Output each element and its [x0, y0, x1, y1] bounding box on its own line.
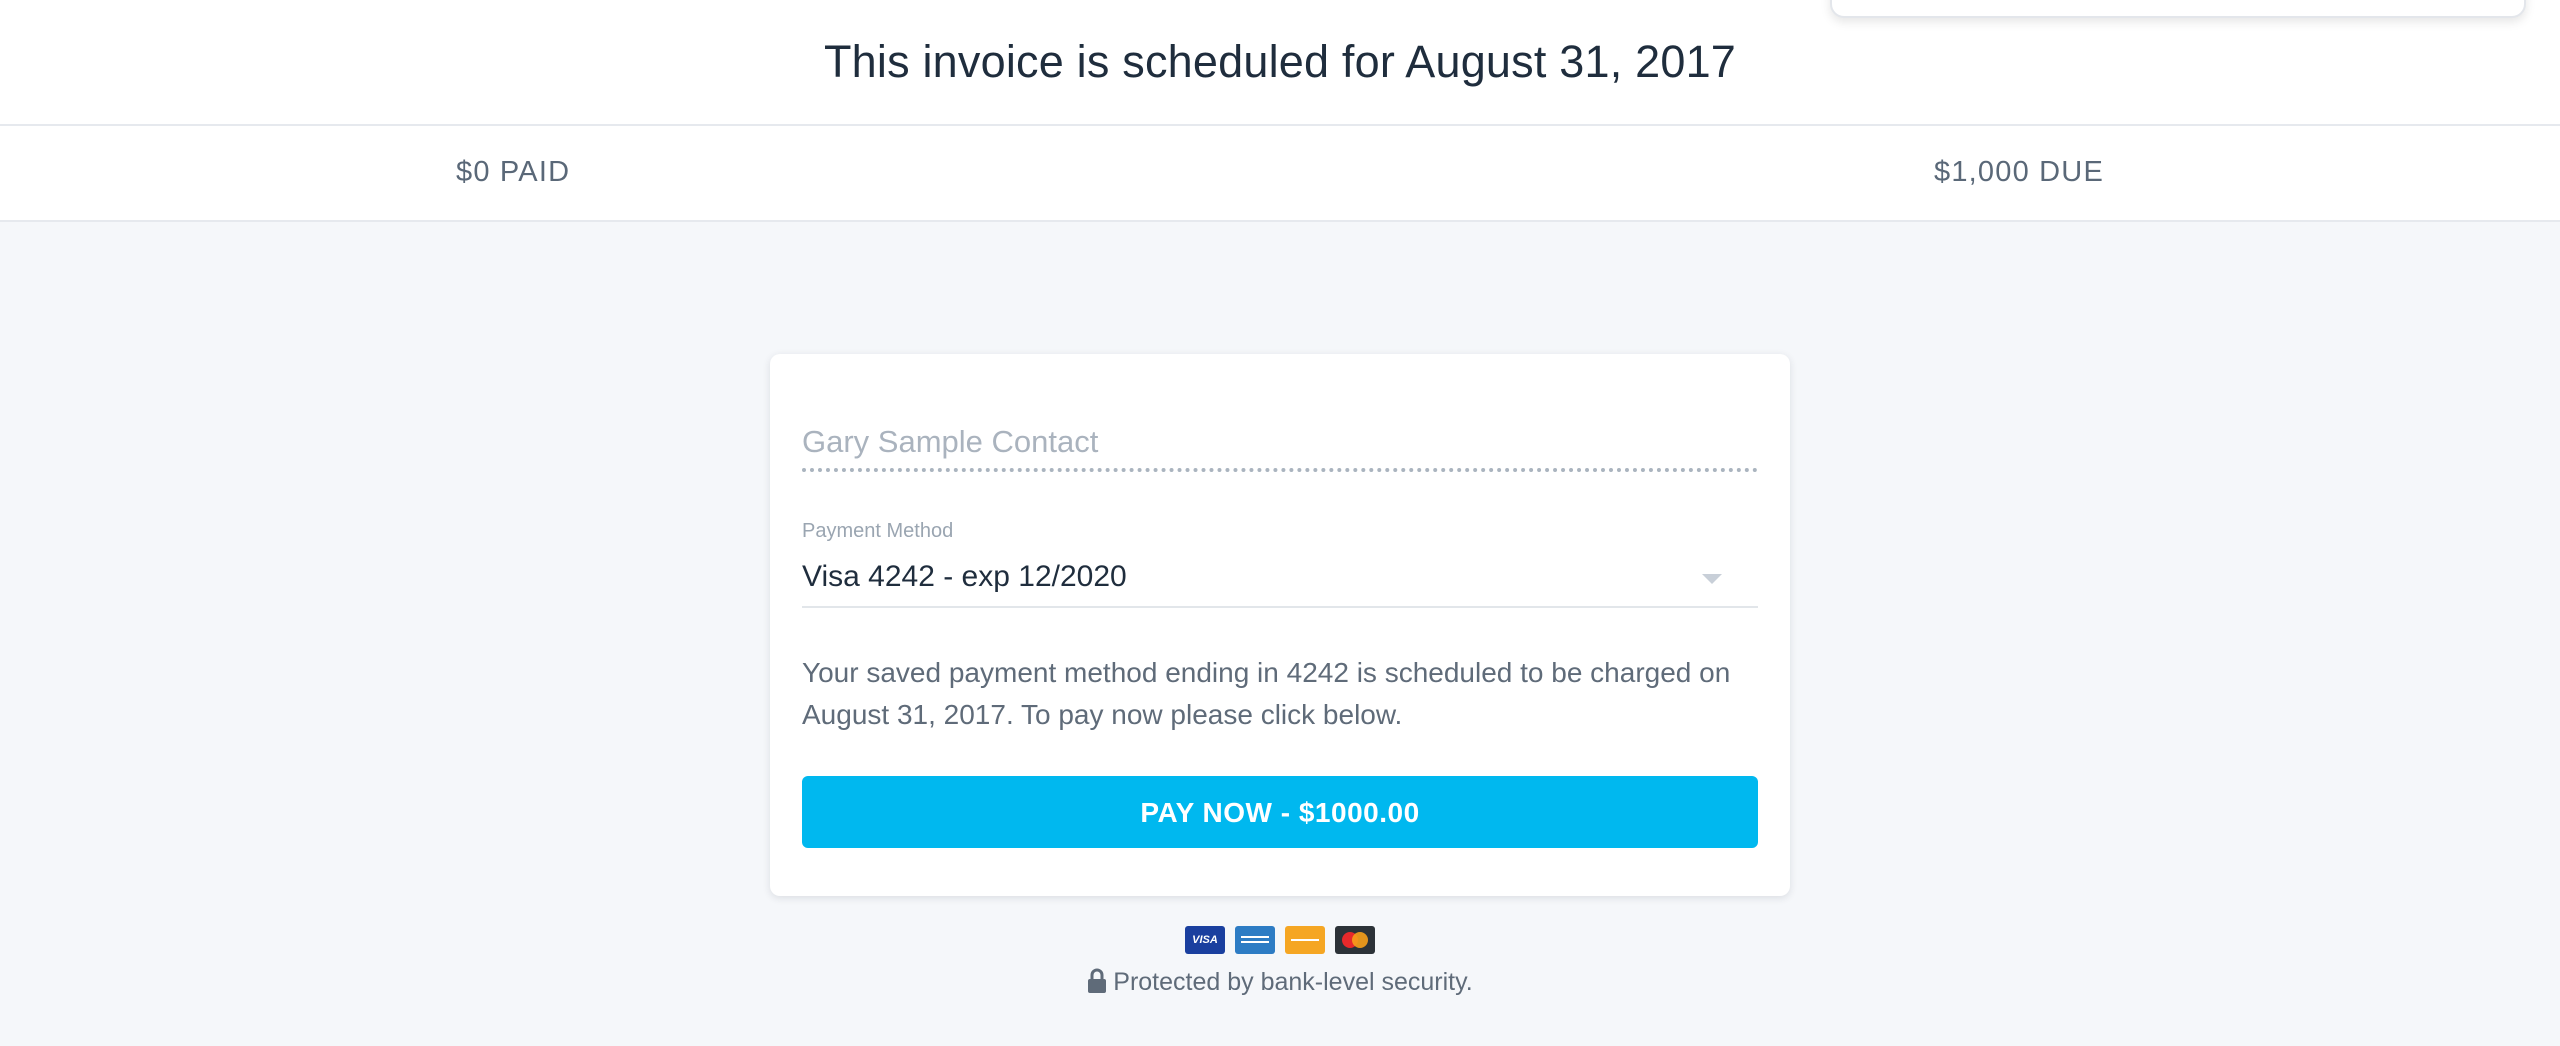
- mastercard-logo-icon: [1335, 926, 1375, 954]
- scheduled-charge-notice: Your saved payment method ending in 4242…: [802, 657, 1731, 730]
- security-notice: Protected by bank-level security.: [0, 968, 2560, 997]
- payment-method-select[interactable]: Visa 4242 - exp 12/2020: [802, 550, 1758, 608]
- pay-now-button[interactable]: PAY NOW - $1000.00: [802, 776, 1758, 848]
- due-amount: $1,000 DUE: [1934, 156, 2104, 188]
- security-text: Protected by bank-level security.: [1113, 968, 1473, 996]
- payment-method-label: Payment Method: [802, 520, 954, 542]
- payment-card: Payment Method Visa 4242 - exp 12/2020 Y…: [770, 354, 1790, 896]
- paid-amount: $0 PAID: [456, 156, 571, 188]
- contact-name-input[interactable]: [802, 416, 1758, 472]
- popover-panel: [1830, 0, 2526, 18]
- lock-icon: [1088, 968, 1107, 993]
- mastercard-orange-circle: [1352, 932, 1368, 948]
- amex-logo-icon: [1235, 926, 1275, 954]
- page-title: This invoice is scheduled for August 31,…: [823, 36, 1737, 87]
- payment-status-bar: $0 PAID $1,000 DUE: [0, 126, 2560, 222]
- accepted-cards: VISA: [0, 926, 2560, 954]
- discover-logo-icon: [1285, 926, 1325, 954]
- invoice-header: This invoice is scheduled for August 31,…: [0, 0, 2560, 126]
- payment-method-value: Visa 4242 - exp 12/2020: [802, 560, 1127, 593]
- chevron-down-icon: [1702, 574, 1722, 584]
- visa-logo-icon: VISA: [1185, 926, 1225, 954]
